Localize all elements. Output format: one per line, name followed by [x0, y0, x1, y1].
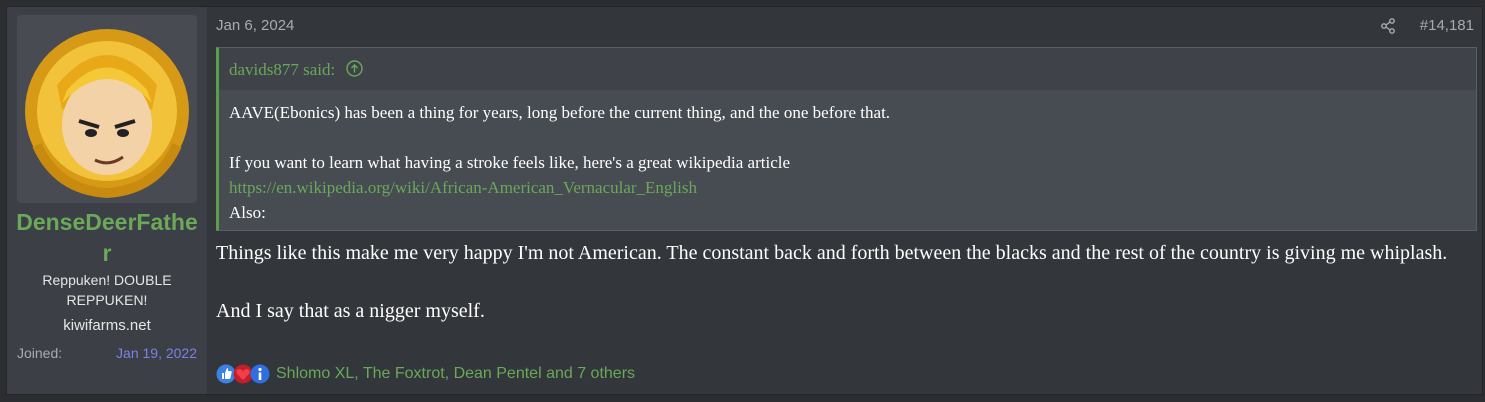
message-body: Things like this make me very happy I'm … — [216, 239, 1456, 326]
user-title: Reppuken! DOUBLE REPPUKEN! — [42, 272, 172, 308]
share-icon[interactable] — [1380, 18, 1396, 34]
quote-header: davids877 said: — [219, 48, 1476, 90]
reactions-text[interactable]: Shlomo XL, The Foxtrot, Dean Pentel and … — [276, 365, 635, 383]
message-paragraph: And I say that as a nigger myself. — [216, 300, 485, 322]
post-date[interactable]: Jan 6, 2024 — [216, 17, 294, 34]
quote-line: Also: — [229, 203, 266, 222]
quote-line: AAVE(Ebonics) has been a thing for years… — [229, 103, 891, 122]
post-container: DenseDeerFather Reppuken! DOUBLE REPPUKE… — [6, 6, 1483, 395]
user-pane: DenseDeerFather Reppuken! DOUBLE REPPUKE… — [7, 7, 207, 394]
quote-block: davids877 said: AAVE(Ebonics) has been a… — [216, 47, 1477, 231]
joined-label: Joined: — [17, 345, 63, 361]
quote-author-label[interactable]: davids877 said: — [229, 60, 335, 79]
quote-author[interactable]: davids877 said: — [229, 60, 363, 80]
joined-date: Jan 19, 2022 — [116, 345, 197, 361]
message-paragraph: Things like this make me very happy I'm … — [216, 242, 1448, 264]
reactions-bar[interactable]: Shlomo XL, The Foxtrot, Dean Pentel and … — [216, 363, 635, 385]
quote-body: AAVE(Ebonics) has been a thing for years… — [229, 100, 1466, 225]
info-icon — [250, 364, 270, 384]
username[interactable]: DenseDeerFather — [15, 207, 199, 269]
post-content: Jan 6, 2024 #14,181 davids877 said: AAVE… — [207, 7, 1482, 394]
arrow-up-circle-icon[interactable] — [345, 60, 363, 77]
user-banner: kiwifarms.net — [63, 317, 151, 334]
anime-avatar-icon — [25, 29, 189, 199]
avatar[interactable] — [17, 15, 197, 203]
quote-line: If you want to learn what having a strok… — [229, 153, 791, 172]
quote-link[interactable]: https://en.wikipedia.org/wiki/African-Am… — [229, 175, 1466, 200]
post-number[interactable]: #14,181 — [1420, 17, 1474, 34]
